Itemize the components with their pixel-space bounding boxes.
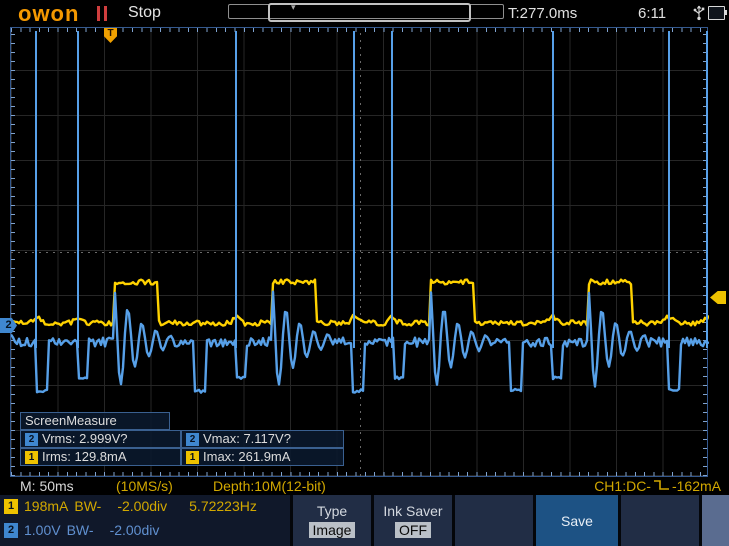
ch1-badge: 1	[4, 499, 18, 514]
trigger-level-arrow-icon[interactable]	[710, 291, 726, 304]
measure-vrms-value: Vrms: 2.999V?	[42, 431, 128, 447]
memory-depth-readout: Depth:10M(12-bit)	[213, 478, 326, 494]
ch2-scale: 1.00V	[24, 522, 61, 538]
ch1-badge: 1	[25, 451, 38, 464]
trigger-level-label: -162mA	[672, 478, 721, 494]
hpos-window	[268, 3, 471, 22]
horizontal-position-bar[interactable]: ▾	[228, 4, 504, 19]
measure-imax: 1 Imax: 261.9mA	[181, 448, 344, 466]
trigger-info-readout: CH1:DC- -162mA	[594, 478, 721, 494]
falling-edge-icon	[653, 478, 670, 494]
measure-vmax: 2 Vmax: 7.117V?	[181, 430, 344, 448]
top-bar: OWON Stop ▾ T:277.0ms 6:11	[0, 0, 729, 27]
oscilloscope-screen: OWON Stop ▾ T:277.0ms 6:11	[0, 0, 729, 546]
menu-save-button[interactable]: Save	[536, 495, 618, 546]
ch2-bandwidth: BW-	[67, 522, 94, 538]
ch2-badge: 2	[25, 433, 38, 446]
sample-rate-readout: (10MS/s)	[116, 478, 173, 494]
pause-icon	[97, 6, 111, 21]
trigger-time-readout: T:277.0ms	[508, 5, 577, 22]
menu-type-value: Image	[309, 522, 356, 538]
hpos-pointer-icon: ▾	[291, 2, 296, 13]
menu-type-label: Type	[317, 503, 347, 519]
battery-icon	[708, 6, 725, 20]
measure-imax-value: Imax: 261.9mA	[203, 449, 290, 465]
measure-irms: 1 Irms: 129.8mA	[20, 448, 181, 466]
menu-ink-saver-button[interactable]: Ink Saver OFF	[374, 495, 452, 546]
timebase-readout: M: 50ms	[20, 478, 74, 494]
usb-icon	[693, 4, 705, 26]
ch1-bandwidth: BW-	[74, 498, 101, 514]
ch2-badge: 2	[4, 523, 18, 538]
trace-plot	[11, 28, 709, 478]
status-bar: M: 50ms (10MS/s) Depth:10M(12-bit) CH1:D…	[0, 477, 729, 495]
screen-measure-overlay: ScreenMeasure 2 Vrms: 2.999V? 2 Vmax: 7.…	[20, 412, 344, 466]
ch1-badge: 1	[186, 451, 199, 464]
ch1-info-row[interactable]: 1 198mA BW- -2.00div 5.72223Hz	[4, 498, 257, 514]
menu-bar: 1 198mA BW- -2.00div 5.72223Hz 2 1.00V B…	[0, 495, 729, 546]
ch1-frequency: 5.72223Hz	[189, 498, 257, 514]
clock-readout: 6:11	[638, 5, 666, 22]
menu-ink-saver-value: OFF	[395, 522, 431, 538]
ch1-offset: -2.00div	[117, 498, 167, 514]
menu-more-indicator[interactable]	[702, 495, 729, 546]
owon-logo: OWON	[18, 1, 79, 27]
trigger-source-label: CH1:DC-	[594, 478, 651, 494]
menu-save-label: Save	[561, 513, 593, 529]
measure-vrms: 2 Vrms: 2.999V?	[20, 430, 181, 448]
menu-type-button[interactable]: Type Image	[293, 495, 371, 546]
menu-empty-cell	[621, 495, 699, 546]
channel-info-panel: 1 198mA BW- -2.00div 5.72223Hz 2 1.00V B…	[0, 495, 290, 546]
menu-ink-saver-label: Ink Saver	[383, 503, 442, 519]
measure-irms-value: Irms: 129.8mA	[42, 449, 127, 465]
menu-empty-cell	[455, 495, 533, 546]
measure-vmax-value: Vmax: 7.117V?	[203, 431, 291, 447]
ch2-info-row[interactable]: 2 1.00V BW- -2.00div	[4, 522, 159, 538]
run-state-label: Stop	[128, 4, 161, 22]
ch2-offset: -2.00div	[110, 522, 160, 538]
ch1-scale: 198mA	[24, 498, 68, 514]
measure-title: ScreenMeasure	[20, 412, 170, 430]
ch2-badge: 2	[186, 433, 199, 446]
waveform-display	[10, 27, 708, 477]
